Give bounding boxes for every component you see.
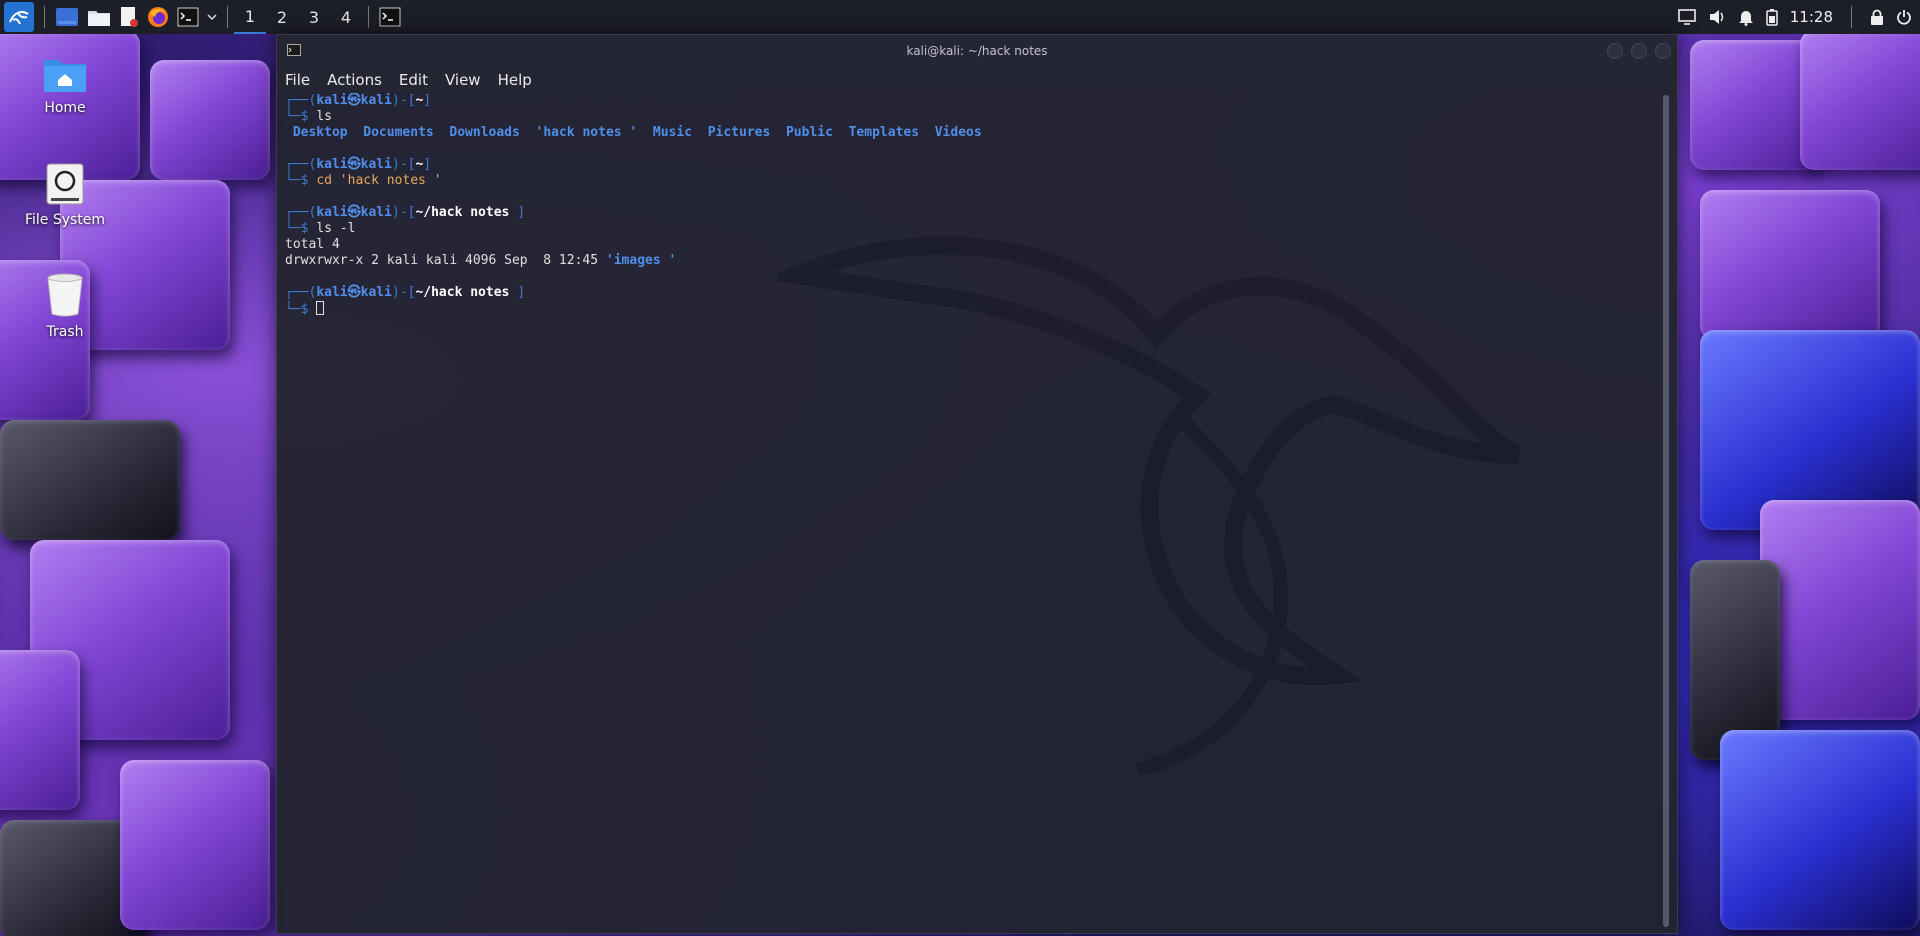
- file-system-icon: [46, 163, 84, 205]
- kali-menu-icon: [4, 2, 34, 32]
- window-title: kali@kali: ~/hack notes: [906, 44, 1048, 58]
- power-icon[interactable]: [1896, 9, 1912, 25]
- kali-menu-button[interactable]: [0, 0, 38, 34]
- panel-separator: [44, 6, 45, 28]
- wallpaper-cube: [1720, 730, 1920, 930]
- wallpaper-cube: [0, 650, 80, 810]
- desktop-icon-trash[interactable]: Trash: [18, 272, 112, 340]
- terminal-launcher-button[interactable]: [173, 0, 203, 34]
- desktop-icon-label: Home: [44, 100, 86, 116]
- show-desktop-button[interactable]: [51, 0, 83, 34]
- text-cursor: [316, 301, 325, 315]
- file-manager-icon: [88, 11, 110, 26]
- close-button[interactable]: [1655, 43, 1671, 59]
- trash-icon: [47, 273, 83, 317]
- prompt-line: ┌──(kali㉿kali)-[~]: [285, 93, 432, 108]
- menu-help[interactable]: Help: [498, 71, 532, 89]
- volume-icon[interactable]: [1708, 9, 1726, 25]
- menu-edit[interactable]: Edit: [399, 71, 428, 89]
- command-line: └─$ cd 'hack notes ': [285, 173, 442, 188]
- terminal-titlebar[interactable]: kali@kali: ~/hack notes: [277, 35, 1677, 67]
- show-desktop-icon: [56, 8, 78, 26]
- workspace-3[interactable]: 3: [298, 0, 330, 34]
- desktop-icon-home[interactable]: Home: [18, 54, 112, 116]
- panel-separator: [368, 6, 369, 28]
- workspace-1[interactable]: 1: [234, 0, 266, 34]
- desktop-icon-label: Trash: [46, 324, 84, 340]
- lock-icon[interactable]: [1870, 9, 1884, 26]
- terminal-window[interactable]: kali@kali: ~/hack notes File Actions Edi…: [276, 34, 1678, 934]
- workspace-2[interactable]: 2: [266, 0, 298, 34]
- maximize-button[interactable]: [1631, 43, 1647, 59]
- panel-separator: [1851, 6, 1852, 28]
- wallpaper-cube: [120, 760, 270, 930]
- terminal-icon: [177, 7, 199, 27]
- clock[interactable]: 11:28: [1790, 8, 1833, 26]
- battery-icon[interactable]: [1766, 8, 1778, 26]
- terminal-icon: [379, 7, 401, 27]
- file-manager-button[interactable]: [83, 0, 115, 34]
- terminal-output[interactable]: ┌──(kali㉿kali)-[~] └─$ ls Desktop Docume…: [285, 93, 1657, 933]
- panel-separator: [227, 6, 228, 28]
- window-controls: [1607, 43, 1671, 59]
- firefox-icon: [148, 7, 168, 27]
- command-line: └─$: [285, 301, 1657, 317]
- home-folder-icon: [44, 60, 86, 92]
- wallpaper-cube: [150, 60, 270, 180]
- terminal-scrollbar[interactable]: [1663, 95, 1669, 927]
- notification-bell-icon[interactable]: [1738, 9, 1754, 26]
- wallpaper-cube: [1800, 30, 1920, 170]
- launcher-dropdown-button[interactable]: [203, 0, 221, 34]
- output-line: total 4: [285, 237, 340, 252]
- firefox-button[interactable]: [143, 0, 173, 34]
- desktop-icon-file-system[interactable]: File System: [18, 162, 112, 228]
- wallpaper-cube: [1700, 190, 1880, 340]
- prompt-line: ┌──(kali㉿kali)-[~/hack notes ]: [285, 285, 526, 300]
- output-line: drwxrwxr-x 2 kali kali 4096 Sep 8 12:45 …: [285, 253, 677, 268]
- prompt-line: ┌──(kali㉿kali)-[~/hack notes ]: [285, 205, 526, 220]
- menu-actions[interactable]: Actions: [327, 71, 382, 89]
- system-tray: 11:28: [1677, 6, 1920, 28]
- text-editor-icon: [121, 7, 138, 27]
- terminal-menubar: File Actions Edit View Help: [277, 67, 1677, 93]
- wallpaper-cube: [1760, 500, 1920, 720]
- scrollbar-thumb[interactable]: [1663, 95, 1669, 927]
- text-editor-button[interactable]: [115, 0, 143, 34]
- desktop-icon-label: File System: [24, 212, 106, 228]
- command-line: └─$ ls: [285, 109, 332, 124]
- menu-view[interactable]: View: [445, 71, 481, 89]
- top-panel: 1 2 3 4 11:28: [0, 0, 1920, 34]
- menu-file[interactable]: File: [285, 71, 310, 89]
- minimize-button[interactable]: [1607, 43, 1623, 59]
- chevron-down-icon: [207, 14, 217, 21]
- display-icon[interactable]: [1677, 9, 1696, 25]
- taskbar-terminal-window[interactable]: [375, 0, 405, 34]
- ls-output: Desktop Documents Downloads 'hack notes …: [292, 125, 982, 140]
- wallpaper-cube: [0, 420, 180, 540]
- prompt-line: ┌──(kali㉿kali)-[~]: [285, 157, 432, 172]
- workspace-4[interactable]: 4: [330, 0, 362, 34]
- command-line: └─$ ls -l: [285, 221, 356, 236]
